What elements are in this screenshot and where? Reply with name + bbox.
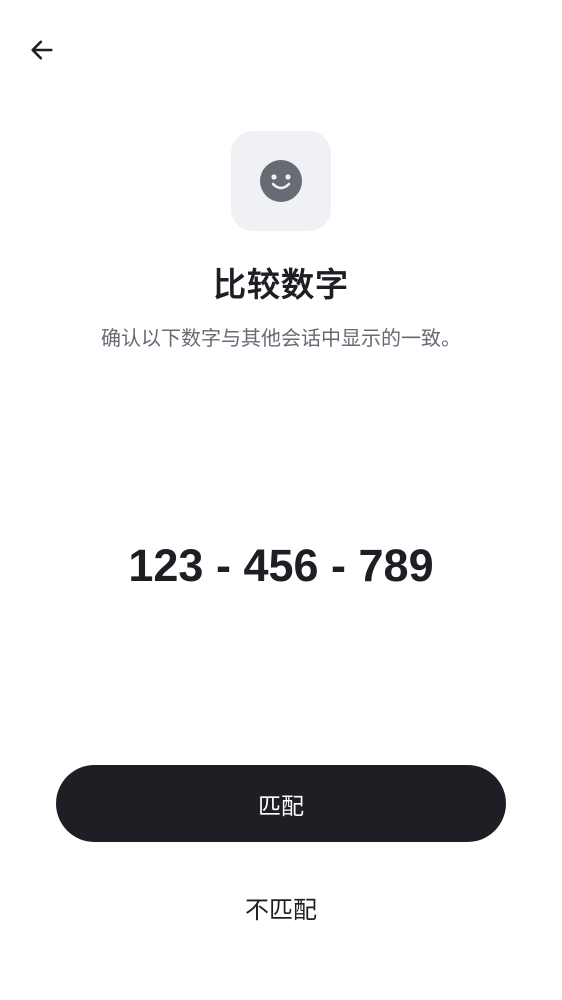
page-title: 比较数字 — [213, 265, 349, 304]
arrow-left-icon — [31, 40, 53, 60]
smiley-face-icon — [260, 160, 302, 202]
mismatch-button[interactable]: 不匹配 — [181, 880, 381, 934]
verification-code: 123 - 456 - 789 — [128, 540, 434, 591]
match-button-label: 匹配 — [258, 793, 304, 820]
match-button[interactable]: 匹配 — [56, 765, 506, 842]
mismatch-button-label: 不匹配 — [245, 895, 317, 924]
page-subtitle: 确认以下数字与其他会话中显示的一致。 — [101, 326, 461, 350]
hero-icon-tile — [231, 131, 331, 231]
back-button[interactable] — [22, 30, 62, 70]
